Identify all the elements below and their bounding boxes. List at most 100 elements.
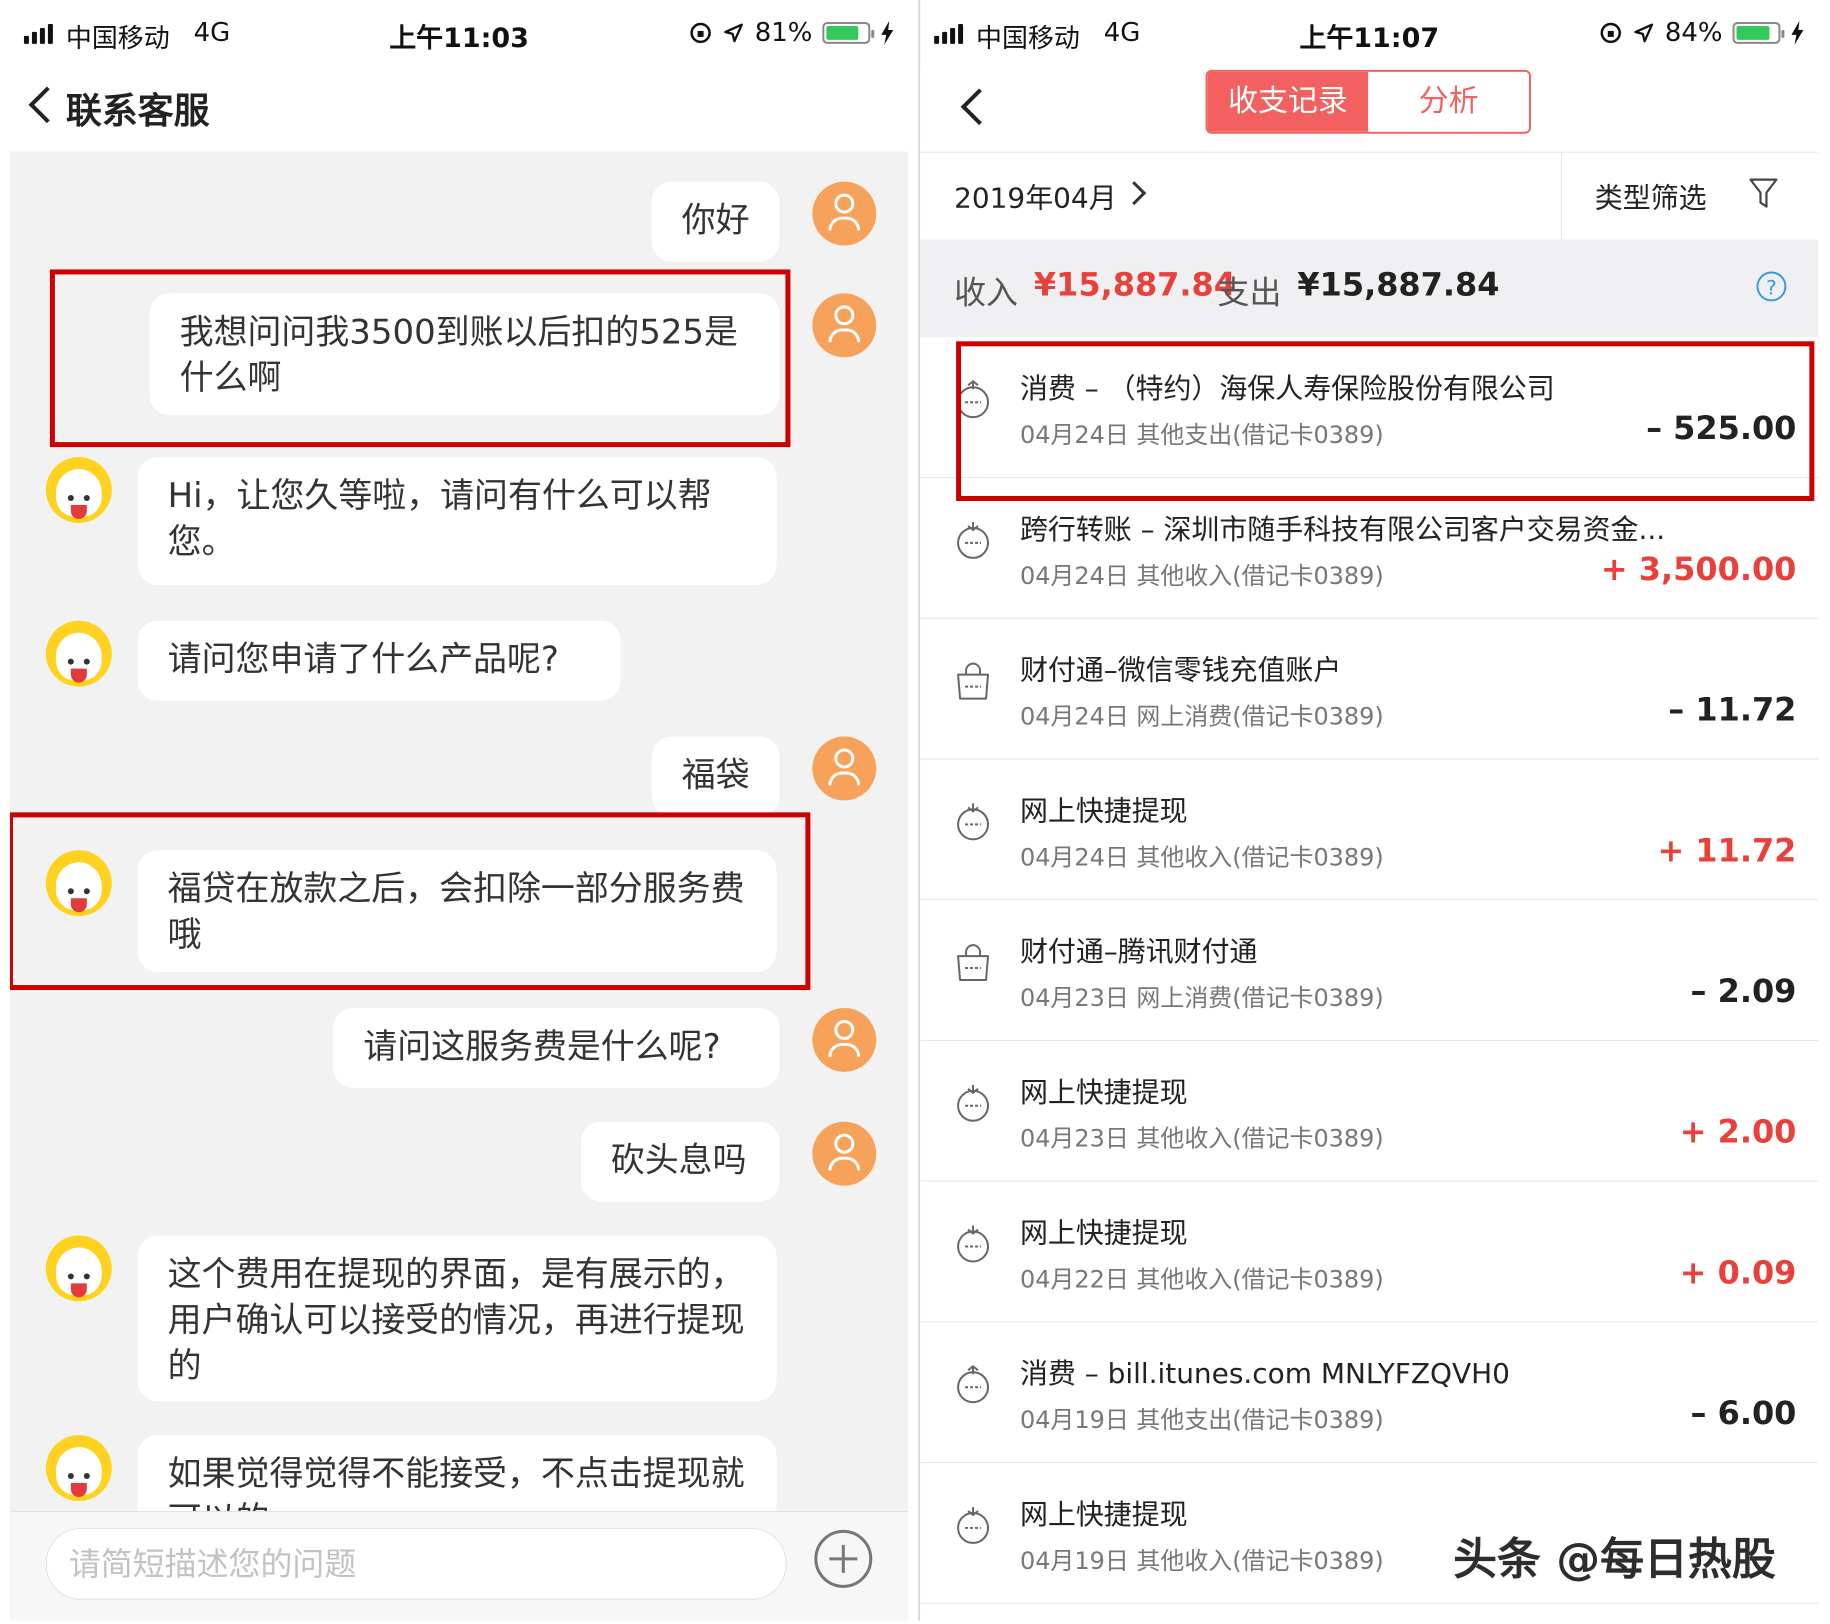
summary-bar: 收入 ¥15,887.84 支出 ¥15,887.84 ? [920, 239, 1819, 338]
transaction-title: 网上快捷提现 [1019, 794, 1188, 828]
add-icon[interactable] [814, 1529, 873, 1588]
transaction-amount: – 2.09 [1690, 972, 1797, 1010]
transaction-row[interactable]: 消费 – bill.itunes.com MNLYFZQVH0 04月19日 其他… [920, 1322, 1819, 1464]
transaction-amount: – 11.72 [1668, 690, 1797, 729]
transaction-meta: 04月19日 其他收入(借记卡0389) [1019, 1546, 1384, 1575]
timer-in-icon [954, 520, 992, 560]
status-bar: 中国移动 4G 上午11:07 84% [920, 0, 1818, 66]
tab-analysis[interactable]: 分析 [1368, 71, 1529, 132]
battery-percent: 81% [754, 17, 813, 48]
chat-area[interactable]: 你好 我想问问我3500到账以后扣的525是什么啊 Hi，让您久等啦，请问有什么… [9, 151, 909, 1511]
message-bubble-bot: 福贷在放款之后，会扣除一部分服务费哦 [137, 850, 777, 973]
message-input[interactable] [66, 1538, 760, 1589]
chat-screen: 中国移动 4G 上午11:03 81% 联系客服 你好 我想问问我3500到账以… [9, 0, 909, 1621]
transaction-title: 消费 – （特约）海保人寿保险股份有限公司 [1019, 372, 1555, 406]
timer-in-icon [954, 1505, 992, 1545]
transaction-amount: – 525.00 [1646, 409, 1797, 448]
timer-out-icon [954, 1364, 992, 1404]
battery-icon [822, 21, 875, 44]
location-icon [1634, 23, 1654, 43]
divider [1560, 152, 1562, 241]
timer-out-icon [954, 379, 992, 419]
page-title: 联系客服 [65, 90, 210, 132]
back-icon[interactable] [960, 88, 998, 126]
transaction-title: 网上快捷提现 [1019, 1216, 1188, 1250]
transaction-row[interactable]: 网上快捷提现 04月24日 其他收入(借记卡0389) + 11.72 [920, 759, 1819, 901]
back-icon[interactable] [28, 86, 66, 124]
battery-percent: 84% [1664, 17, 1723, 48]
transaction-row[interactable]: 财付通–微信零钱充值账户 04月24日 网上消费(借记卡0389) – 11.72 [920, 619, 1819, 760]
message-bubble-user: 福袋 [651, 736, 780, 817]
expense-total: ¥15,887.84 [1297, 265, 1500, 304]
message-bubble-user: 砍头息吗 [580, 1121, 780, 1202]
transaction-title: 跨行转账 – 深圳市随手科技有限公司客户交易资金... [1019, 512, 1666, 546]
transaction-amount: + 3,500.00 [1600, 549, 1797, 588]
bot-avatar [45, 850, 112, 917]
filter-bar: 2019年04月 类型筛选 [920, 151, 1819, 242]
charging-icon [881, 20, 894, 45]
income-label: 收入 [954, 273, 1018, 312]
transaction-row[interactable]: 跨行转账 – 深圳市随手科技有限公司客户交易资金... 04月24日 其他收入(借… [920, 478, 1819, 619]
message-input-wrapper [45, 1527, 787, 1600]
shopping-bag-icon [954, 942, 992, 982]
type-filter-button[interactable]: 类型筛选 [1595, 177, 1707, 217]
transaction-row[interactable]: 财付通–腾讯财付通 04月23日 网上消费(借记卡0389) – 2.09 [920, 900, 1819, 1041]
records-screen: 中国移动 4G 上午11:07 84% 收支记录 分析 2019年04月 类型筛… [918, 0, 1819, 1621]
tab-switcher: 收支记录 分析 [1205, 69, 1531, 134]
transaction-row[interactable]: 网上快捷提现 04月23日 其他收入(借记卡0389) + 2.00 [920, 1041, 1819, 1182]
user-avatar [812, 736, 877, 801]
transaction-row[interactable]: 网上快捷提现 04月22日 其他收入(借记卡0389) + 0.09 [920, 1182, 1819, 1323]
shopping-bag-icon [954, 661, 992, 701]
transaction-meta: 04月22日 其他收入(借记卡0389) [1019, 1265, 1384, 1294]
orientation-lock-icon [690, 22, 712, 44]
message-bubble-bot: Hi，让您久等啦，请问有什么可以帮您。 [137, 457, 777, 585]
timer-in-icon [954, 801, 992, 841]
message-bubble-user: 请问这服务费是什么呢? [333, 1007, 780, 1088]
transaction-title: 网上快捷提现 [1019, 1075, 1188, 1109]
transaction-title: 消费 – bill.itunes.com MNLYFZQVH0 [1019, 1357, 1510, 1391]
message-bubble-bot: 如果觉得觉得不能接受，不点击提现就可以的 [137, 1435, 777, 1511]
transaction-meta: 04月24日 其他支出(借记卡0389) [1019, 421, 1384, 450]
bot-avatar [45, 457, 112, 523]
input-bar [9, 1510, 909, 1621]
transaction-title: 财付通–微信零钱充值账户 [1019, 653, 1342, 687]
income-total: ¥15,887.84 [1033, 265, 1236, 304]
battery-icon [1732, 21, 1785, 44]
message-bubble-user: 我想问问我3500到账以后扣的525是什么啊 [149, 293, 780, 416]
tab-records[interactable]: 收支记录 [1207, 71, 1369, 132]
transaction-amount: + 11.72 [1657, 831, 1797, 870]
message-bubble-bot: 这个费用在提现的界面，是有展示的，用户确认可以接受的情况，再进行提现的 [137, 1235, 777, 1402]
transaction-meta: 04月23日 其他收入(借记卡0389) [1019, 1124, 1384, 1153]
nav-bar: 收支记录 分析 [920, 69, 1819, 152]
month-selector[interactable]: 2019年04月 [954, 177, 1117, 217]
orientation-lock-icon [1600, 22, 1622, 44]
filter-icon[interactable] [1748, 177, 1778, 211]
location-icon [724, 23, 744, 43]
transaction-amount: + 2.00 [1679, 1112, 1797, 1151]
transaction-meta: 04月19日 其他支出(借记卡0389) [1019, 1406, 1384, 1435]
transaction-meta: 04月24日 其他收入(借记卡0389) [1019, 843, 1384, 872]
transaction-amount: + 0.09 [1679, 1253, 1797, 1292]
bot-avatar [45, 1435, 112, 1501]
bot-avatar [45, 1235, 112, 1302]
timer-in-icon [954, 1083, 992, 1123]
transaction-list[interactable]: 消费 – （特约）海保人寿保险股份有限公司 04月24日 其他支出(借记卡0389… [920, 337, 1819, 1621]
expense-label: 支出 [1217, 273, 1282, 312]
transaction-amount: – 6.00 [1690, 1394, 1797, 1433]
bot-avatar [45, 620, 112, 687]
watermark: 头条 @每日热股 [1453, 1533, 1776, 1585]
message-bubble-user: 你好 [651, 181, 780, 262]
transaction-row[interactable]: 消费 – （特约）海保人寿保险股份有限公司 04月24日 其他支出(借记卡0389… [920, 337, 1819, 479]
user-avatar [812, 1121, 877, 1186]
nav-bar: 联系客服 [9, 69, 909, 153]
transaction-meta: 04月24日 网上消费(借记卡0389) [1019, 702, 1384, 731]
transaction-meta: 04月24日 其他收入(借记卡0389) [1019, 561, 1384, 590]
transaction-meta: 04月23日 网上消费(借记卡0389) [1019, 984, 1384, 1012]
status-bar: 中国移动 4G 上午11:03 81% [10, 0, 908, 66]
timer-in-icon [954, 1224, 992, 1264]
user-avatar [812, 181, 877, 246]
help-icon[interactable]: ? [1756, 271, 1787, 302]
message-bubble-bot: 请问您申请了什么产品呢? [137, 620, 621, 701]
chevron-right-icon[interactable] [1122, 181, 1147, 206]
charging-icon [1791, 20, 1804, 45]
